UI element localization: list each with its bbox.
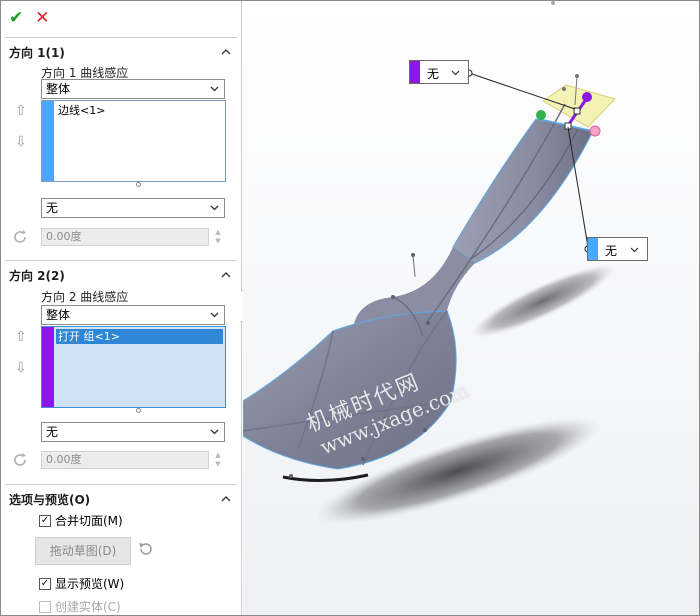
- chevron-down-icon: [630, 247, 639, 253]
- model-shadow: [470, 264, 616, 338]
- direction1-title[interactable]: 方向 1(1): [9, 44, 65, 61]
- move-down-arrow-icon[interactable]: ⇩: [15, 361, 27, 375]
- show-preview-label: 显示预览(W): [55, 577, 125, 591]
- merge-faces-label: 合并切面(M): [55, 514, 123, 528]
- end-point-handle[interactable]: [589, 125, 601, 137]
- direction1-color-bar: [42, 101, 54, 181]
- direction1-mode-value: 整体: [46, 82, 71, 96]
- direction1-tangent-callout[interactable]: 无: [587, 237, 648, 261]
- direction2-mode-select[interactable]: 整体: [41, 305, 225, 325]
- direction2-curve-influence-label: 方向 2 曲线感应: [41, 290, 129, 304]
- graphics-viewport[interactable]: 无 无 机械时代网 www.jxage.com: [243, 1, 699, 615]
- direction2-mode-value: 整体: [46, 308, 71, 322]
- merge-faces-checkbox[interactable]: ✓: [39, 514, 51, 527]
- move-up-arrow-icon[interactable]: ⇧: [15, 104, 27, 118]
- rotate-angle-icon: [14, 230, 26, 243]
- callout-value: 无: [605, 244, 618, 258]
- direction2-color-bar: [42, 327, 54, 407]
- direction2-angle-spinner[interactable]: ▲ ▼: [212, 451, 224, 469]
- create-solid-label: 创建实体(C): [55, 600, 121, 614]
- direction2-tangent-callout[interactable]: 无: [409, 60, 469, 84]
- ok-check-icon[interactable]: ✔: [9, 9, 23, 27]
- list-resize-handle[interactable]: [136, 182, 141, 187]
- tip-plane: [542, 84, 616, 128]
- list-resize-handle[interactable]: [136, 408, 141, 413]
- collapse-chevron-up-icon[interactable]: [221, 494, 231, 504]
- direction2-title[interactable]: 方向 2(2): [9, 267, 65, 284]
- property-manager-panel: ✔ ✕ 方向 1(1) 方向 1 曲线感应 整体 ⇧ ⇩ 边线<1> 无 0.0…: [1, 1, 242, 615]
- create-solid-option: 创建实体(C): [39, 598, 121, 615]
- direction1-selection-list[interactable]: 边线<1>: [41, 100, 226, 182]
- direction2-selection-item[interactable]: 打开 组<1>: [56, 329, 223, 344]
- chevron-down-icon: [451, 70, 460, 76]
- show-preview-checkbox[interactable]: ✓: [39, 577, 51, 590]
- direction2-tangent-value: 无: [46, 425, 59, 439]
- collapse-chevron-up-icon[interactable]: [221, 47, 231, 57]
- panel-actions: ✔ ✕: [9, 7, 50, 29]
- callout-color-tab: [588, 238, 598, 260]
- show-preview-option[interactable]: ✓ 显示预览(W): [39, 575, 124, 592]
- direction2-tangent-select[interactable]: 无: [41, 422, 225, 442]
- spoon-model[interactable]: [243, 1, 699, 615]
- move-down-arrow-icon[interactable]: ⇩: [15, 135, 27, 149]
- direction1-tangent-value: 无: [46, 201, 59, 215]
- direction2-angle-input[interactable]: 0.00度: [41, 451, 209, 469]
- direction1-tangent-select[interactable]: 无: [41, 198, 225, 218]
- create-solid-checkbox: [39, 600, 51, 613]
- callout-color-tab: [410, 61, 420, 83]
- merge-faces-option[interactable]: ✓ 合并切面(M): [39, 512, 123, 529]
- collapse-chevron-up-icon[interactable]: [221, 270, 231, 280]
- direction1-selection-item[interactable]: 边线<1>: [56, 103, 107, 118]
- chevron-down-icon: [210, 86, 219, 92]
- chevron-down-icon: [210, 205, 219, 211]
- rotate-angle-icon: [14, 453, 26, 466]
- drag-sketch-button[interactable]: 拖动草图(D): [35, 537, 131, 565]
- chevron-down-icon: [210, 429, 219, 435]
- direction2-selection-list[interactable]: 打开 组<1>: [41, 326, 226, 408]
- chevron-down-icon: [210, 312, 219, 318]
- direction2-endpoint-handle[interactable]: [582, 92, 592, 102]
- divider: [5, 260, 237, 261]
- divider: [5, 37, 237, 38]
- direction1-angle-spinner[interactable]: ▲ ▼: [212, 228, 224, 246]
- cancel-x-icon[interactable]: ✕: [35, 9, 49, 27]
- direction1-angle-input[interactable]: 0.00度: [41, 228, 209, 246]
- divider: [5, 484, 237, 485]
- direction1-mode-select[interactable]: 整体: [41, 79, 225, 99]
- callout-value: 无: [427, 67, 440, 81]
- start-point-handle[interactable]: [536, 110, 546, 120]
- options-title[interactable]: 选项与预览(O): [9, 491, 90, 508]
- move-up-arrow-icon[interactable]: ⇧: [15, 330, 27, 344]
- undo-sketch-drag-icon[interactable]: [137, 541, 153, 557]
- bowl-underside-edge: [282, 473, 369, 483]
